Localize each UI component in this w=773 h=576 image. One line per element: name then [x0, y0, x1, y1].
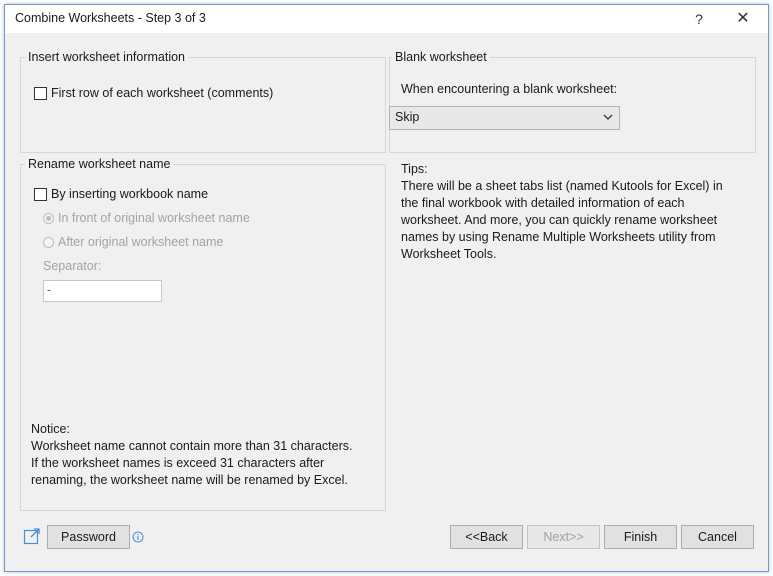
notice-line: renaming, the worksheet name will be ren…	[31, 473, 348, 487]
tips-line: worksheet. And more, you can quickly ren…	[401, 213, 718, 227]
by-workbook-checkbox[interactable]	[34, 187, 47, 201]
after-radio[interactable]	[43, 236, 54, 248]
tips-title: Tips:	[401, 162, 428, 176]
tips-block: Tips: There will be a sheet tabs list (n…	[401, 161, 723, 263]
by-workbook-checkbox-row[interactable]: By inserting workbook name	[34, 187, 208, 201]
blank-worksheet-legend: Blank worksheet	[392, 50, 490, 64]
tips-line: names by using Rename Multiple Worksheet…	[401, 230, 716, 244]
notice-block: Notice: Worksheet name cannot contain mo…	[31, 421, 352, 489]
help-button[interactable]: ?	[681, 5, 717, 33]
by-workbook-label: By inserting workbook name	[51, 187, 209, 201]
rename-legend: Rename worksheet name	[25, 157, 174, 171]
separator-label: Separator:	[43, 259, 102, 273]
blank-action-value: Skip	[395, 110, 420, 124]
in-front-radio-row[interactable]: In front of original worksheet name	[43, 211, 250, 225]
next-button[interactable]: Next>>	[527, 525, 600, 549]
after-label: After original worksheet name	[58, 235, 224, 249]
notice-title: Notice:	[31, 422, 70, 436]
notice-line: If the worksheet names is exceed 31 char…	[31, 456, 325, 470]
tips-line: There will be a sheet tabs list (named K…	[401, 179, 723, 193]
separator-input[interactable]: -	[43, 280, 162, 302]
insert-info-legend: Insert worksheet information	[25, 50, 189, 64]
first-row-label: First row of each worksheet (comments)	[51, 86, 274, 100]
after-radio-row[interactable]: After original worksheet name	[43, 235, 223, 249]
close-button[interactable]: ✕	[725, 5, 761, 33]
dialog-title: Combine Worksheets - Step 3 of 3	[15, 11, 206, 25]
in-front-radio[interactable]	[43, 212, 54, 224]
back-button[interactable]: <<Back	[450, 525, 523, 549]
password-button[interactable]: Password	[47, 525, 130, 549]
insert-info-group	[20, 57, 386, 153]
blank-action-select[interactable]: Skip	[389, 106, 620, 130]
finish-button[interactable]: Finish	[604, 525, 677, 549]
cancel-button[interactable]: Cancel	[681, 525, 754, 549]
first-row-checkbox-row[interactable]: First row of each worksheet (comments)	[34, 86, 273, 100]
title-bar: Combine Worksheets - Step 3 of 3 ? ✕	[5, 5, 768, 33]
tips-line: the final workbook with detailed informa…	[401, 196, 685, 210]
first-row-checkbox[interactable]	[34, 86, 47, 100]
tips-line: Worksheet Tools.	[401, 247, 497, 261]
dialog-window: Combine Worksheets - Step 3 of 3 ? ✕ Ins…	[4, 4, 769, 572]
blank-worksheet-group	[389, 57, 756, 153]
blank-prompt: When encountering a blank worksheet:	[401, 82, 618, 96]
notice-line: Worksheet name cannot contain more than …	[31, 439, 353, 453]
in-front-label: In front of original worksheet name	[58, 211, 250, 225]
info-icon[interactable]	[132, 531, 144, 546]
chevron-down-icon	[603, 111, 613, 125]
external-link-icon[interactable]	[23, 527, 41, 548]
